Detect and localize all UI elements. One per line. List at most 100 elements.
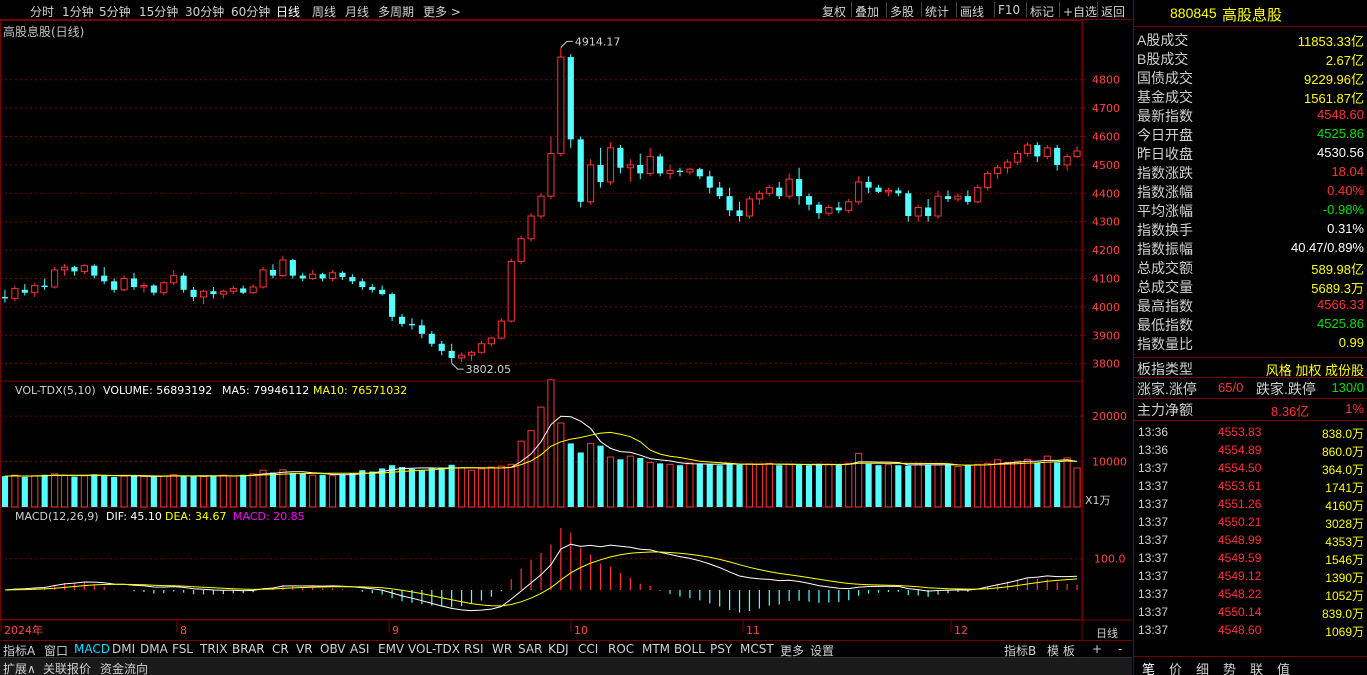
period-tab-4[interactable]: 30分钟 (185, 3, 224, 20)
indicator-tab-20[interactable]: BOLL (674, 642, 705, 657)
period-tab-7[interactable]: 周线 (312, 3, 336, 20)
indicator-tab-10[interactable]: ASI (350, 642, 369, 657)
candle-down (210, 291, 217, 295)
indicator-tab-3[interactable]: DMA (140, 642, 168, 657)
indicator-tab-13[interactable]: RSI (464, 642, 484, 657)
candle-down (349, 277, 356, 282)
period-tab-1[interactable]: 1分钟 (62, 3, 94, 20)
period-tab-6[interactable]: 日线 (276, 3, 300, 20)
toolbar-button-1[interactable]: 叠加 (855, 3, 879, 20)
toolbar-button-5[interactable]: F10 (998, 3, 1020, 17)
candle-down (796, 179, 803, 197)
macd-axis-label: 100.0 (1094, 553, 1126, 566)
toolbar-button-6[interactable]: 标记 (1030, 3, 1054, 20)
quote-tab-5[interactable]: 值 (1277, 659, 1290, 675)
period-tab-8[interactable]: 月线 (345, 3, 369, 20)
indicator-tab-17[interactable]: CCI (578, 642, 598, 657)
indicator-a-button[interactable]: 指标A (3, 642, 35, 658)
quote-header: 880845 高股息股 (1134, 0, 1367, 27)
bottom-tab-0[interactable]: 扩展∧ (3, 660, 36, 675)
toolbar-button-3[interactable]: 统计 (925, 3, 949, 20)
toolbar-button-8[interactable]: 返回 (1101, 3, 1125, 20)
volume-bar-down (101, 475, 108, 507)
indicator-tab-0[interactable]: 窗口 (44, 642, 68, 658)
volume-bar-down (210, 475, 217, 507)
volume-bar-up (140, 476, 148, 508)
indicator-tab-22[interactable]: MCST (740, 642, 774, 657)
period-tab-10[interactable]: 更多 > (423, 3, 461, 20)
period-tab-0[interactable]: 分时 (30, 3, 54, 20)
indicator-tab-19[interactable]: MTM (642, 642, 670, 657)
indicator-tab-2[interactable]: DMI (112, 642, 135, 657)
candle-down (577, 139, 584, 202)
index-code: 880845 (1170, 5, 1217, 21)
toolbar-button-0[interactable]: 复权 (822, 3, 846, 20)
candle-down (696, 169, 703, 177)
indicator-tab-4[interactable]: FSL (172, 642, 193, 657)
indicator-tab-8[interactable]: VR (296, 642, 313, 657)
indicator-right-1[interactable]: 模 板 (1047, 642, 1075, 658)
candle-up (120, 277, 128, 291)
indicator-tab-15[interactable]: SAR (518, 642, 542, 657)
quote-tab-1[interactable]: 价 (1169, 659, 1182, 675)
volume-bar-up (646, 461, 654, 508)
volume-bar-down (91, 474, 98, 507)
indicator-tab-12[interactable]: VOL-TDX (408, 642, 460, 657)
indicator-tab-11[interactable]: EMV (378, 642, 404, 657)
candle-down (428, 333, 435, 344)
volume-bar-down (180, 475, 187, 507)
period-tab-2[interactable]: 5分钟 (99, 3, 131, 20)
volume-bar-up (51, 473, 59, 508)
volume-bar-up (825, 463, 833, 508)
candle-up (229, 287, 237, 292)
candle-up (140, 285, 148, 288)
toolbar-button-2[interactable]: 多股 (890, 3, 914, 20)
quote-tab-4[interactable]: 联 (1250, 659, 1263, 675)
period-tab-3[interactable]: 15分钟 (139, 3, 178, 20)
kline-chart-area[interactable]: 4800 4700 4600 4500 4400 4300 4200 4100 4000 3900… (0, 20, 1132, 652)
period-tab-5[interactable]: 60分钟 (231, 3, 270, 20)
volume-bar-down (379, 468, 386, 507)
tick-row: 13:36 4553.83 838.0万 (1134, 423, 1367, 441)
bottom-tab-1[interactable]: 关联报价 (43, 660, 91, 675)
indicator-tab-6[interactable]: BRAR (232, 642, 265, 657)
volume-bar-down (617, 459, 624, 507)
indicator-right-0[interactable]: 指标B (1004, 642, 1036, 658)
indicator-tab-9[interactable]: OBV (320, 642, 346, 657)
candle-up (199, 290, 208, 298)
indicator-tab-18[interactable]: ROC (608, 642, 634, 657)
quote-tab-2[interactable]: 细 (1196, 659, 1209, 675)
price-axis-label: 4500 (1092, 159, 1120, 172)
indicator-tab-23[interactable]: 更多 (780, 642, 804, 658)
quote-tab-3[interactable]: 势 (1223, 659, 1236, 675)
indicator-right-2[interactable]: + (1092, 642, 1102, 657)
toolbar-button-7[interactable]: +自选 (1063, 3, 1097, 20)
candle-up (1013, 153, 1022, 163)
updown-row: 涨家.涨停 65/0 跌家.跌停 130/0 (1134, 377, 1367, 397)
stat-row: 平均涨幅 -0.98% (1134, 200, 1367, 219)
quote-tab-0[interactable]: 笔 (1142, 659, 1155, 675)
volume-bar-up (80, 475, 88, 508)
volume-bar-down (676, 465, 684, 507)
vol-volume-value: VOLUME: 56893192 (103, 384, 213, 397)
tick-price: 4548.60 (1218, 623, 1262, 637)
stat-row: 最高指数 4566.33 (1134, 295, 1367, 314)
volume-bar-down (726, 463, 733, 507)
period-tab-9[interactable]: 多周期 (378, 3, 414, 20)
indicator-right-3[interactable]: - (1118, 642, 1122, 657)
candle-down (964, 196, 971, 202)
toolbar-button-4[interactable]: 画线 (960, 3, 984, 20)
indicator-tab-14[interactable]: WR (492, 642, 512, 657)
kline-chart[interactable]: 4800 4700 4600 4500 4400 4300 4200 4100 4000 3900… (0, 20, 1132, 640)
indicator-tab-21[interactable]: PSY (710, 642, 732, 657)
indicator-tab-24[interactable]: 设置 (810, 642, 834, 658)
date-label: 11 (746, 624, 760, 637)
indicator-tab-7[interactable]: CR (272, 642, 289, 657)
candle-down (418, 325, 425, 334)
price-axis-label: 4600 (1092, 131, 1120, 144)
bottom-tab-2[interactable]: 资金流向 (100, 660, 148, 675)
indicator-tab-5[interactable]: TRIX (200, 642, 227, 657)
indicator-tab-16[interactable]: KDJ (548, 642, 569, 657)
indicator-tab-1[interactable]: MACD (74, 642, 110, 657)
stat-label: 最新指数 (1137, 108, 1193, 124)
